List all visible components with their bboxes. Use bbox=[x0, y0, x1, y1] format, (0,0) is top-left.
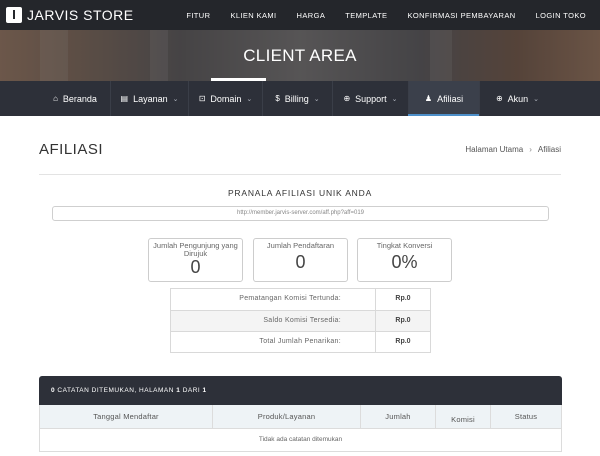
column-header-commission[interactable]: Komisi bbox=[435, 405, 490, 428]
chevron-down-icon: ⌄ bbox=[172, 95, 179, 103]
records-summary: 0 CATATAN DITEMUKAN, HALAMAN 1 DARI 1 bbox=[39, 376, 562, 405]
nav-item-label: Akun bbox=[507, 93, 529, 104]
empty-state: Tidak ada catatan ditemukan bbox=[258, 436, 343, 443]
column-header-status[interactable]: Status bbox=[490, 405, 561, 428]
top-nav: FITUR KLIEN KAMI HARGA TEMPLATE KONFIRMA… bbox=[166, 0, 586, 30]
top-nav-link-harga[interactable]: HARGA bbox=[297, 11, 326, 20]
chevron-down-icon: ⌄ bbox=[533, 95, 540, 103]
stat-conversion: Tingkat Konversi 0% bbox=[357, 238, 452, 282]
globe-icon: ⊕ bbox=[343, 94, 351, 103]
divider bbox=[39, 174, 561, 175]
commission-value: Rp.0 bbox=[395, 295, 411, 302]
stat-value: 0 bbox=[295, 252, 306, 272]
nav-item-billing[interactable]: $ Billing ⌄ bbox=[262, 81, 332, 116]
breadcrumb: Halaman Utama › Afiliasi bbox=[465, 145, 561, 154]
stat-value: 0 bbox=[190, 257, 201, 277]
chevron-down-icon: ⌄ bbox=[246, 95, 253, 103]
page-title: AFILIASI bbox=[39, 141, 104, 158]
affiliate-link-heading: PRANALA AFILIASI UNIK ANDA bbox=[227, 188, 373, 198]
stat-label: Jumlah Pengunjung yang Dirujuk bbox=[153, 241, 238, 258]
jarvis-logo-icon bbox=[6, 7, 22, 23]
user-icon: ♟ bbox=[424, 94, 433, 103]
hero-banner: CLIENT AREA bbox=[0, 30, 600, 81]
stat-value: 0% bbox=[391, 252, 418, 272]
nav-item-beranda[interactable]: ⌂ Beranda bbox=[40, 81, 110, 116]
nav-item-label: Support bbox=[355, 93, 387, 104]
column-header-date[interactable]: Tanggal Mendaftar bbox=[40, 405, 212, 428]
nav-item-domain[interactable]: ⊡ Domain ⌄ bbox=[188, 81, 262, 116]
commission-label: Pematangan Komisi Tertunda: bbox=[171, 289, 376, 310]
nav-item-afiliasi[interactable]: ♟ Afiliasi bbox=[408, 81, 479, 116]
commission-value: Rp.0 bbox=[395, 317, 411, 324]
records-summary-text: DARI bbox=[180, 387, 203, 394]
chevron-down-icon: ⌄ bbox=[313, 95, 320, 103]
binoculars-icon: ⊡ bbox=[198, 94, 206, 103]
brand-name: JARVIS STORE bbox=[27, 7, 134, 23]
top-nav-link-template[interactable]: TEMPLATE bbox=[345, 11, 387, 20]
nav-item-label: Beranda bbox=[62, 93, 97, 104]
table-row: Saldo Komisi Tersedia: Rp.0 bbox=[171, 310, 430, 331]
commission-table: Pematangan Komisi Tertunda: Rp.0 Saldo K… bbox=[170, 288, 431, 353]
box-icon: ▤ bbox=[120, 94, 129, 103]
nav-item-label: Layanan bbox=[133, 93, 168, 104]
nav-item-support[interactable]: ⊕ Support ⌄ bbox=[332, 81, 408, 116]
records-table: Tanggal Mendaftar Produk/Layanan Jumlah … bbox=[39, 405, 562, 452]
breadcrumb-current: Afiliasi bbox=[537, 145, 561, 154]
table-row: Total Jumlah Penarikan: Rp.0 bbox=[171, 331, 430, 352]
top-nav-link-login[interactable]: LOGIN TOKO bbox=[536, 11, 586, 20]
hero-title: CLIENT AREA bbox=[243, 46, 357, 65]
nav-item-label: Domain bbox=[210, 93, 242, 104]
nav-item-layanan[interactable]: ▤ Layanan ⌄ bbox=[110, 81, 188, 116]
table-row: Pematangan Komisi Tertunda: Rp.0 bbox=[171, 289, 430, 310]
breadcrumb-separator: › bbox=[529, 145, 532, 154]
top-bar: JARVIS STORE FITUR KLIEN KAMI HARGA TEMP… bbox=[0, 0, 600, 30]
nav-item-label: Billing bbox=[284, 93, 309, 104]
column-header-product[interactable]: Produk/Layanan bbox=[212, 405, 360, 428]
brand-logo[interactable]: JARVIS STORE bbox=[6, 6, 134, 24]
dollar-icon: $ bbox=[275, 94, 280, 103]
stat-label: Tingkat Konversi bbox=[376, 241, 433, 250]
top-nav-link-fitur[interactable]: FITUR bbox=[186, 11, 210, 20]
home-icon: ⌂ bbox=[53, 94, 58, 103]
nav-item-label: Afiliasi bbox=[437, 93, 464, 104]
column-header-amount[interactable]: Jumlah bbox=[360, 405, 435, 428]
globe-icon: ⊕ bbox=[495, 94, 503, 103]
affiliate-link-field[interactable]: http://member.jarvis-server.com/aff.php?… bbox=[52, 206, 549, 221]
top-nav-link-konfirmasi[interactable]: KONFIRMASI PEMBAYARAN bbox=[407, 11, 515, 20]
table-header: Tanggal Mendaftar Produk/Layanan Jumlah … bbox=[40, 405, 561, 429]
stat-signups: Jumlah Pendaftaran 0 bbox=[253, 238, 348, 282]
nav-item-akun[interactable]: ⊕ Akun ⌄ bbox=[479, 81, 555, 116]
commission-value: Rp.0 bbox=[395, 338, 411, 345]
chevron-down-icon: ⌄ bbox=[391, 95, 398, 103]
breadcrumb-home-link[interactable]: Halaman Utama bbox=[465, 145, 523, 154]
commission-label: Saldo Komisi Tersedia: bbox=[171, 311, 376, 331]
stat-visitors: Jumlah Pengunjung yang Dirujuk 0 bbox=[148, 238, 243, 282]
top-nav-link-klien-kami[interactable]: KLIEN KAMI bbox=[230, 11, 276, 20]
stat-label: Jumlah Pendaftaran bbox=[266, 241, 335, 250]
nav-active-indicator bbox=[408, 114, 479, 116]
records-summary-text: CATATAN DITEMUKAN, HALAMAN bbox=[55, 387, 177, 394]
main-nav: ⌂ Beranda ▤ Layanan ⌄ ⊡ Domain ⌄ $ Billi… bbox=[0, 81, 600, 116]
commission-label: Total Jumlah Penarikan: bbox=[171, 332, 376, 352]
records-total-pages: 1 bbox=[202, 387, 207, 394]
